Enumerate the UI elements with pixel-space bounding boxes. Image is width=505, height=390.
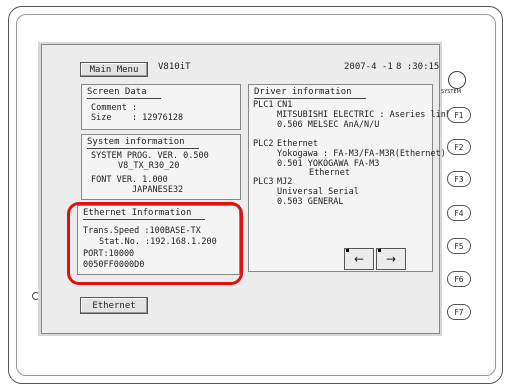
button-corner-mark — [346, 249, 349, 252]
driver-info-title: Driver information — [254, 87, 366, 99]
screen-data-title: Screen Data — [87, 87, 161, 99]
system-prog-build: V8_TX_R30_20 — [118, 161, 180, 171]
f6-key[interactable]: F6 — [447, 271, 471, 287]
main-menu-button[interactable]: Main Menu — [80, 62, 148, 77]
driver-info-box: Driver information PLC1 CN1 MITSUBISHI E… — [248, 84, 451, 272]
plc3-label: PLC3 — [253, 177, 274, 187]
plc3-port: MJ2 — [277, 177, 293, 187]
plc1-maker: MITSUBISHI ELECTRIC : Aseries link — [277, 110, 451, 120]
ethernet-button[interactable]: Ethernet — [80, 297, 148, 314]
font-name: JAPANESE32 — [132, 185, 184, 195]
plc1-port: CN1 — [277, 100, 293, 110]
plc3-driver: 0.503 GENERAL — [277, 197, 344, 207]
highlight-annotation — [67, 202, 243, 285]
system-info-box: System information SYSTEM PROG. VER. 0.5… — [81, 134, 241, 200]
f4-key[interactable]: F4 — [447, 205, 471, 221]
time-display: 8 :30:15 — [396, 62, 440, 72]
f5-key[interactable]: F5 — [447, 238, 471, 254]
system-prog-version: SYSTEM PROG. VER. 0.500 — [91, 151, 209, 161]
button-corner-mark — [378, 249, 381, 252]
system-key-label: SYSTEM — [441, 89, 461, 95]
f2-key[interactable]: F2 — [447, 139, 471, 155]
plc2-interface: Ethernet — [309, 168, 350, 178]
screen-data-box: Screen Data Comment : Size : 12976128 — [81, 84, 241, 130]
arrow-left-icon: ← — [353, 252, 365, 266]
size-value: Size : 12976128 — [91, 113, 184, 123]
plc3-maker: Universal Serial — [277, 187, 359, 197]
f3-key[interactable]: F3 — [447, 171, 471, 187]
f1-key[interactable]: F1 — [447, 107, 471, 123]
system-info-title: System information — [87, 137, 199, 149]
plc1-label: PLC1 — [253, 100, 274, 110]
arrow-right-icon: → — [385, 252, 397, 266]
plc2-maker: Yokogawa : FA-M3/FA-M3R(Ethernet) — [277, 149, 446, 159]
plc1-driver: 0.506 MELSEC AnA/N/U — [277, 120, 380, 130]
comment-label: Comment : — [91, 103, 138, 113]
plc2-label: PLC2 — [253, 139, 274, 149]
f7-key[interactable]: F7 — [447, 304, 471, 320]
font-version: FONT VER. 1.000 — [91, 175, 168, 185]
plc2-port: Ethernet — [277, 139, 318, 149]
system-key[interactable] — [448, 71, 466, 89]
model-name: V810iT — [158, 62, 191, 72]
date-display: 2007-4 -1 — [344, 62, 393, 72]
